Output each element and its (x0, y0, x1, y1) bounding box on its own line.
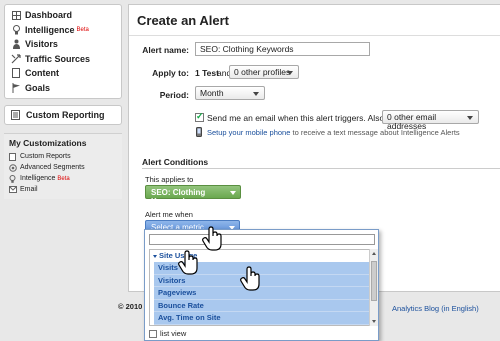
sidebar-item-label: Intelligence (25, 24, 75, 35)
list-view-checkbox[interactable] (149, 329, 157, 338)
beta-badge: Beta (76, 26, 89, 33)
title-divider (129, 35, 500, 36)
setup-mobile-link[interactable]: Setup your mobile phone (207, 128, 290, 137)
sidebar-item-label: Visitors (25, 39, 58, 50)
chevron-down-icon (467, 116, 473, 120)
page-icon (11, 68, 21, 79)
select-value: Month (200, 88, 224, 98)
hand-cursor-icon (240, 266, 260, 291)
sidebar-item-label: Dashboard (25, 10, 73, 21)
sidebar-item-intelligence[interactable]: Intelligence Beta (5, 23, 121, 38)
select-value: 0 other profiles (234, 67, 291, 77)
custom-item-label: Intelligence (20, 175, 56, 182)
person-icon (11, 39, 21, 50)
chevron-down-icon (153, 254, 157, 258)
my-customizations: My Customizations Custom Reports Advance… (4, 133, 122, 199)
custom-item-label: Email (20, 186, 38, 193)
hand-cursor-icon (202, 226, 222, 251)
report-icon (9, 152, 17, 161)
segment-label: SEO: Clothing Keywords (151, 188, 206, 206)
applies-to-segment-button[interactable]: SEO: Clothing Keywords (145, 185, 241, 206)
alert-when-label: Alert me when (145, 210, 193, 219)
scroll-thumb[interactable] (371, 261, 377, 301)
period-select[interactable]: Month (195, 86, 265, 100)
sidebar: Dashboard Intelligence Beta Visitors Traf… (4, 4, 122, 199)
page-title: Create an Alert (137, 13, 229, 28)
sidebar-item-label: Content (25, 68, 59, 79)
sidebar-item-dashboard[interactable]: Dashboard (5, 8, 121, 23)
scroll-up-icon[interactable] (372, 252, 376, 255)
chevron-down-icon (287, 71, 293, 75)
other-emails-select[interactable]: 0 other email addresses (382, 110, 479, 131)
applies-to-label: This applies to (145, 175, 194, 184)
grid-icon (11, 10, 21, 20)
list-view-toggle[interactable]: list view (149, 329, 186, 338)
sidebar-item-visitors[interactable]: Visitors (5, 37, 121, 52)
custom-item-advanced-segments[interactable]: Advanced Segments (9, 162, 122, 173)
metric-search-input[interactable] (149, 234, 375, 245)
chevron-down-icon (253, 92, 259, 96)
sidebar-nav: Dashboard Intelligence Beta Visitors Traf… (4, 4, 122, 99)
sidebar-item-content[interactable]: Content (5, 66, 121, 81)
mobile-setup: Setup your mobile phone to receive a tex… (207, 128, 460, 137)
sidebar-item-label: Traffic Sources (25, 53, 91, 64)
beta-badge: Beta (57, 175, 70, 182)
analytics-blog-link[interactable]: Analytics Blog (in English) (392, 304, 479, 313)
custom-item-custom-reports[interactable]: Custom Reports (9, 151, 122, 162)
custom-item-label: Custom Reports (20, 153, 71, 160)
apply-to-label: Apply to: (152, 68, 189, 78)
mobile-text: to receive a text message about Intellig… (292, 128, 460, 137)
customizations-title: My Customizations (9, 138, 87, 148)
mobile-phone-icon (196, 127, 202, 139)
custom-item-email[interactable]: Email (9, 184, 122, 195)
apply-to-value: 1 Test (195, 68, 219, 78)
metric-option-bounce-rate[interactable]: Bounce Rate (154, 299, 369, 312)
hand-cursor-icon (178, 250, 198, 275)
sidebar-item-label: Goals (25, 82, 51, 93)
alert-conditions-title: Alert Conditions (142, 157, 209, 167)
arrows-icon (11, 54, 21, 64)
sidebar-item-traffic-sources[interactable]: Traffic Sources (5, 52, 121, 67)
scroll-down-icon[interactable] (372, 320, 376, 323)
lightbulb-icon (9, 174, 17, 183)
envelope-icon (9, 185, 17, 194)
period-label: Period: (159, 90, 189, 100)
metric-list-scrollbar[interactable] (369, 249, 378, 326)
sidebar-item-custom-reporting[interactable]: Custom Reporting (4, 105, 122, 125)
alert-name-input[interactable]: SEO: Clothing Keywords (195, 42, 370, 56)
sidebar-item-goals[interactable]: Goals (5, 81, 121, 96)
other-profiles-select[interactable]: 0 other profiles (229, 65, 299, 79)
conditions-divider (142, 168, 500, 169)
flag-icon (11, 82, 21, 93)
report-icon (11, 110, 21, 120)
metric-option-avg-time[interactable]: Avg. Time on Site (154, 312, 369, 325)
custom-item-label: Advanced Segments (20, 164, 85, 171)
send-email-checkbox[interactable] (195, 111, 204, 122)
custom-item-intelligence[interactable]: Intelligence Beta (9, 173, 122, 184)
alert-name-label: Alert name: (142, 45, 189, 55)
sidebar-item-label: Custom Reporting (26, 110, 105, 120)
segments-icon (9, 163, 17, 172)
lightbulb-icon (11, 24, 21, 35)
chevron-down-icon (230, 191, 236, 195)
list-view-label: list view (160, 329, 187, 338)
